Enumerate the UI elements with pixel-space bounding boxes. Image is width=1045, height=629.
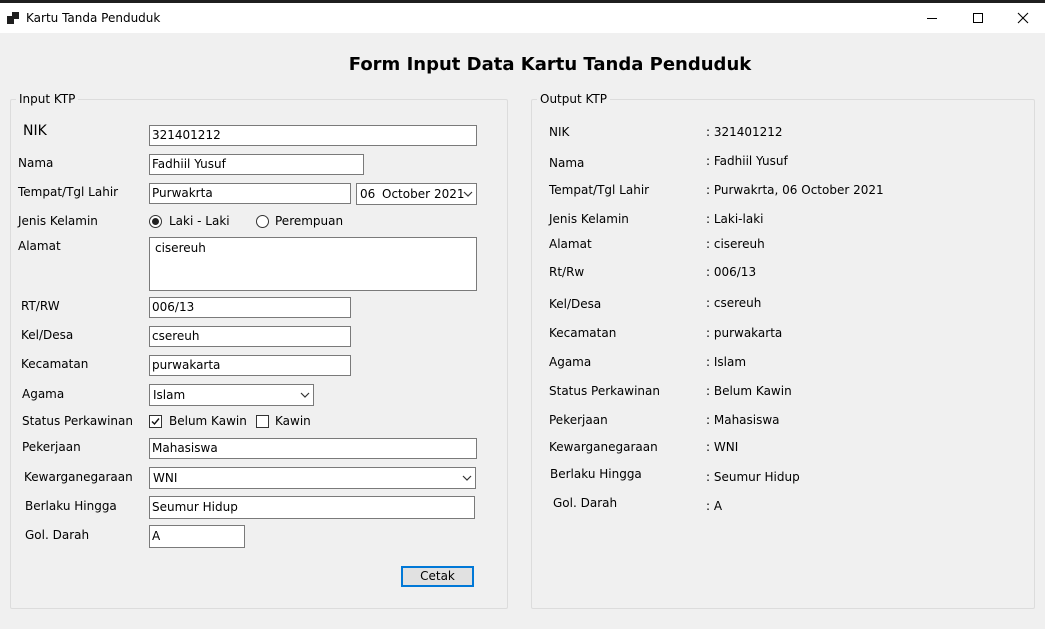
gender-female-label[interactable]: Perempuan xyxy=(275,214,343,228)
output-value-gol-darah: : A xyxy=(706,499,723,513)
agama-selected-value: Islam xyxy=(153,388,186,402)
nik-label: NIK xyxy=(23,123,47,139)
title-bar: Kartu Tanda Penduduk xyxy=(0,3,1045,33)
nama-input[interactable]: Fadhiil Yusuf xyxy=(149,154,364,175)
output-value-keldesa: : csereuh xyxy=(706,296,762,310)
status-perkawinan-label: Status Perkawinan xyxy=(22,414,133,428)
tanggal-lahir-picker[interactable]: 06 October 2021 xyxy=(356,183,477,205)
output-value-alamat: : cisereuh xyxy=(706,237,765,251)
maximize-button[interactable] xyxy=(955,3,1001,33)
output-value-agama: : Islam xyxy=(706,355,747,369)
cetak-button[interactable]: Cetak xyxy=(401,566,474,587)
tempat-lahir-input[interactable]: Purwakrta xyxy=(149,183,351,204)
pekerjaan-label: Pekerjaan xyxy=(22,440,81,454)
jenis-kelamin-label: Jenis Kelamin xyxy=(18,214,98,228)
checkmark-icon xyxy=(151,418,160,426)
output-label-pekerjaan: Pekerjaan xyxy=(549,413,608,427)
agama-select[interactable]: Islam xyxy=(149,384,314,406)
rtrw-label: RT/RW xyxy=(21,299,60,313)
close-icon xyxy=(1017,12,1029,24)
kawin-label[interactable]: Kawin xyxy=(275,414,311,428)
chevron-down-icon[interactable] xyxy=(300,390,310,400)
output-value-rtrw: : 006/13 xyxy=(706,265,757,279)
belum-kawin-label[interactable]: Belum Kawin xyxy=(169,414,247,428)
window-title: Kartu Tanda Penduduk xyxy=(26,11,161,25)
output-label-kewarganegaraan: Kewarganegaraan xyxy=(549,440,658,454)
rtrw-input[interactable]: 006/13 xyxy=(149,297,351,318)
gender-female-radio[interactable] xyxy=(256,215,269,228)
output-value-pekerjaan: : Mahasiswa xyxy=(706,413,780,427)
gol-darah-input[interactable]: A xyxy=(149,525,245,548)
agama-label: Agama xyxy=(22,387,65,401)
kecamatan-label: Kecamatan xyxy=(21,357,89,371)
output-value-nama: : Fadhiil Yusuf xyxy=(706,154,788,168)
chevron-down-icon[interactable] xyxy=(462,473,472,483)
chevron-down-icon[interactable] xyxy=(463,189,473,199)
output-value-kewarganegaraan: : WNI xyxy=(706,440,739,454)
maximize-icon xyxy=(973,13,983,23)
nik-input[interactable]: 321401212 xyxy=(149,125,477,146)
output-label-agama: Agama xyxy=(549,355,592,369)
output-ktp-group: Output KTP xyxy=(531,92,1035,609)
output-label-keldesa: Kel/Desa xyxy=(549,297,602,311)
kawin-checkbox[interactable] xyxy=(256,415,269,428)
form-heading: Form Input Data Kartu Tanda Penduduk xyxy=(348,54,752,75)
output-label-jenis-kelamin: Jenis Kelamin xyxy=(549,212,629,226)
output-label-kecamatan: Kecamatan xyxy=(549,326,617,340)
keldesa-label: Kel/Desa xyxy=(21,328,74,342)
berlaku-hingga-label: Berlaku Hingga xyxy=(25,499,117,513)
keldesa-input[interactable]: csereuh xyxy=(149,326,351,347)
output-label-nik: NIK xyxy=(549,125,570,139)
alamat-label: Alamat xyxy=(18,239,61,253)
gender-male-label[interactable]: Laki - Laki xyxy=(169,214,230,228)
close-button[interactable] xyxy=(1000,3,1045,33)
output-label-ttl: Tempat/Tgl Lahir xyxy=(549,183,650,197)
date-year[interactable]: 2021 xyxy=(434,187,465,201)
input-ktp-legend: Input KTP xyxy=(16,92,79,106)
alamat-textarea[interactable]: cisereuh xyxy=(149,237,477,291)
output-ktp-legend: Output KTP xyxy=(537,92,611,106)
output-value-status-perkawinan: : Belum Kawin xyxy=(706,384,792,398)
output-label-status-perkawinan: Status Perkawinan xyxy=(549,384,660,398)
output-label-alamat: Alamat xyxy=(549,237,592,251)
output-label-rtrw: Rt/Rw xyxy=(549,265,585,279)
output-value-jenis-kelamin: : Laki-laki xyxy=(706,212,764,226)
date-day[interactable]: 06 xyxy=(360,187,375,201)
nama-label: Nama xyxy=(18,156,54,170)
app-form-icon xyxy=(7,12,19,24)
output-label-berlaku-hingga: Berlaku Hingga xyxy=(550,467,642,481)
date-month[interactable]: October xyxy=(382,187,430,201)
berlaku-hingga-input[interactable]: Seumur Hidup xyxy=(149,496,475,519)
output-value-nik: : 321401212 xyxy=(706,125,783,139)
belum-kawin-checkbox[interactable] xyxy=(149,415,162,428)
pekerjaan-input[interactable]: Mahasiswa xyxy=(149,438,477,459)
kecamatan-input[interactable]: purwakarta xyxy=(149,355,351,376)
output-value-kecamatan: : purwakarta xyxy=(706,326,783,340)
kewarganegaraan-select[interactable]: WNI xyxy=(149,467,476,489)
ttl-label: Tempat/Tgl Lahir xyxy=(18,185,119,199)
kewarganegaraan-selected-value: WNI xyxy=(153,471,178,485)
gender-male-radio[interactable] xyxy=(149,215,162,228)
kewarganegaraan-label: Kewarganegaraan xyxy=(24,470,133,484)
gol-darah-label: Gol. Darah xyxy=(25,528,90,542)
output-label-gol-darah: Gol. Darah xyxy=(553,496,618,510)
output-value-ttl: : Purwakrta, 06 October 2021 xyxy=(706,183,884,197)
output-label-nama: Nama xyxy=(549,156,585,170)
output-value-berlaku-hingga: : Seumur Hidup xyxy=(706,470,800,484)
minimize-icon xyxy=(927,18,937,19)
minimize-button[interactable] xyxy=(909,3,955,33)
